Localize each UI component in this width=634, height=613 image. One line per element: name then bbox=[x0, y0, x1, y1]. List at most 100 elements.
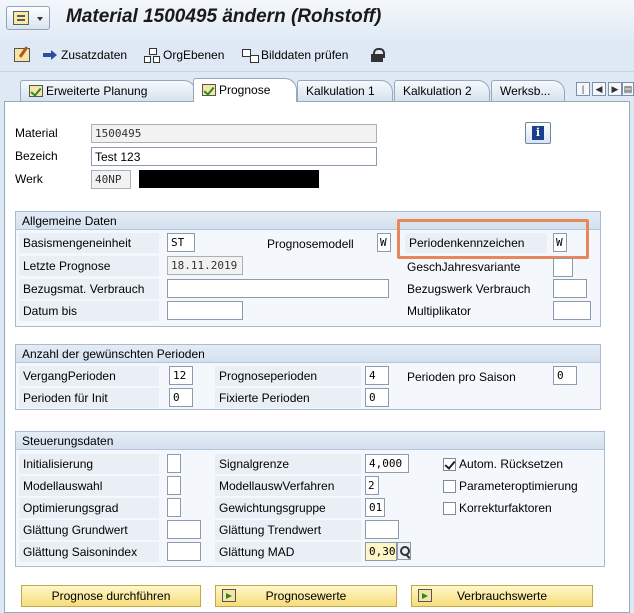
prognosemodell-field[interactable]: W bbox=[377, 233, 391, 252]
prognosemodell-label: Prognosemodell bbox=[267, 237, 354, 251]
multiplikator-field[interactable] bbox=[553, 301, 591, 320]
autom-ruecksetzen-checkbox[interactable] bbox=[443, 458, 456, 471]
initialisierung-label: Initialisierung bbox=[19, 454, 159, 474]
execute-icon bbox=[418, 589, 432, 602]
tab-strip: Erweiterte Planung Prognose Kalkulation … bbox=[0, 78, 634, 102]
tab-label: Erweiterte Planung bbox=[46, 84, 148, 98]
tab-list-button[interactable]: ▤ bbox=[622, 82, 634, 96]
edit-button[interactable] bbox=[14, 46, 33, 64]
info-icon: i bbox=[532, 126, 544, 140]
tab-label: Werksb... bbox=[500, 84, 551, 98]
check-screen-data-icon bbox=[242, 48, 258, 62]
tab-kalkulation-1[interactable]: Kalkulation 1 bbox=[297, 80, 393, 101]
basismenge-field[interactable]: ST bbox=[167, 233, 195, 252]
glaettung-saison-field[interactable] bbox=[167, 542, 201, 561]
glaettung-grundwert-field[interactable] bbox=[167, 520, 201, 539]
prognoseperioden-label: Prognoseperioden bbox=[215, 366, 361, 386]
glaettung-mad-field[interactable]: 0,30 bbox=[365, 542, 397, 561]
vergang-perioden-field[interactable]: 12 bbox=[169, 366, 193, 385]
button-label: Verbrauchswerte bbox=[456, 589, 548, 603]
prognose-panel: Material 1500495 Bezeich Test 123 Werk 4… bbox=[4, 101, 630, 613]
glaettung-trend-label: Glättung Trendwert bbox=[215, 520, 361, 540]
system-menu-button[interactable] bbox=[6, 6, 50, 30]
korrekturfaktoren-checkbox[interactable] bbox=[443, 502, 456, 515]
edit-icon bbox=[14, 48, 30, 62]
werk-field: 40NP bbox=[91, 170, 131, 189]
tab-prognose[interactable]: Prognose bbox=[193, 78, 297, 102]
tab-label: Kalkulation 2 bbox=[403, 84, 472, 98]
zusatzdaten-button[interactable]: Zusatzdaten bbox=[42, 46, 127, 64]
fixierte-perioden-field[interactable]: 0 bbox=[365, 388, 389, 407]
letzte-prognose-field: 18.11.2019 bbox=[167, 256, 243, 275]
tab-first-button[interactable]: | bbox=[576, 82, 590, 96]
geschjahr-label: GeschJahresvariante bbox=[407, 260, 521, 274]
datum-bis-field[interactable] bbox=[167, 301, 243, 320]
tab-erweiterte-planung[interactable]: Erweiterte Planung bbox=[20, 80, 196, 101]
signalgrenze-label: Signalgrenze bbox=[215, 454, 361, 474]
zusatzdaten-label: Zusatzdaten bbox=[61, 48, 128, 62]
bilddaten-label: Bilddaten prüfen bbox=[261, 48, 349, 62]
group-title: Anzahl der gewünschten Perioden bbox=[16, 345, 600, 363]
modellauswahl-label: Modellauswahl bbox=[19, 476, 159, 496]
tab-prev-button[interactable]: ◀ bbox=[592, 82, 606, 96]
korrekturfaktoren-label: Korrekturfaktoren bbox=[459, 501, 552, 515]
lock-button[interactable] bbox=[370, 46, 389, 64]
basismenge-label: Basismengeneinheit bbox=[19, 233, 159, 253]
initialisierung-field[interactable] bbox=[167, 454, 181, 473]
letzte-prognose-label: Letzte Prognose bbox=[19, 256, 159, 276]
redacted-werk-description bbox=[139, 170, 319, 188]
modellausw-verfahren-label: ModellauswVerfahren bbox=[215, 476, 361, 496]
menu-icon bbox=[13, 11, 29, 25]
application-toolbar: Zusatzdaten OrgEbenen Bilddaten prüfen bbox=[0, 38, 634, 72]
perioden-init-field[interactable]: 0 bbox=[169, 388, 193, 407]
window-title: Material 1500495 ändern (Rohstoff) bbox=[66, 6, 382, 27]
fixierte-perioden-label: Fixierte Perioden bbox=[215, 388, 361, 408]
bezeich-label: Bezeich bbox=[15, 149, 58, 163]
prognosewerte-button[interactable]: Prognosewerte bbox=[215, 585, 397, 607]
tab-next-button[interactable]: ▶ bbox=[608, 82, 622, 96]
bilddaten-pruefen-button[interactable]: Bilddaten prüfen bbox=[242, 46, 348, 64]
material-label: Material bbox=[15, 126, 58, 140]
execute-icon bbox=[222, 589, 236, 602]
tab-werksbestand[interactable]: Werksb... bbox=[491, 80, 565, 101]
bezugsmat-field[interactable] bbox=[167, 279, 389, 298]
orgebenen-label: OrgEbenen bbox=[163, 48, 225, 62]
org-structure-icon bbox=[144, 48, 160, 63]
chevron-down-icon bbox=[37, 17, 43, 21]
perioden-init-label: Perioden für Init bbox=[19, 388, 159, 408]
vergang-perioden-label: VergangPerioden bbox=[19, 366, 159, 386]
prognoseperioden-field[interactable]: 4 bbox=[365, 366, 389, 385]
tab-label: Kalkulation 1 bbox=[306, 84, 375, 98]
perioden-pro-saison-field[interactable]: 0 bbox=[553, 366, 577, 385]
geschjahr-field[interactable] bbox=[553, 258, 573, 277]
title-bar: Material 1500495 ändern (Rohstoff) bbox=[0, 0, 634, 38]
button-label: Prognose durchführen bbox=[51, 589, 171, 603]
gewichtungsgruppe-label: Gewichtungsgruppe bbox=[215, 498, 361, 518]
modellausw-verfahren-field[interactable]: 2 bbox=[365, 476, 379, 495]
bezugswerk-field[interactable] bbox=[553, 279, 587, 298]
info-button[interactable]: i bbox=[525, 122, 551, 144]
button-label: Prognosewerte bbox=[265, 589, 347, 603]
verbrauchswerte-button[interactable]: Verbrauchswerte bbox=[411, 585, 593, 607]
glaettung-mad-label: Glättung MAD bbox=[215, 542, 361, 562]
tab-kalkulation-2[interactable]: Kalkulation 2 bbox=[394, 80, 490, 101]
arrow-right-icon bbox=[42, 48, 58, 62]
signalgrenze-field[interactable]: 4,000 bbox=[365, 454, 409, 473]
orgebenen-button[interactable]: OrgEbenen bbox=[144, 46, 224, 64]
checked-tab-icon bbox=[202, 84, 216, 96]
checked-tab-icon bbox=[29, 85, 43, 97]
value-help-search-icon[interactable] bbox=[397, 542, 411, 560]
prognose-durchfuehren-button[interactable]: Prognose durchführen bbox=[21, 585, 201, 607]
glaettung-saison-label: Glättung Saisonindex bbox=[19, 542, 159, 562]
optimierungsgrad-field[interactable] bbox=[167, 498, 181, 517]
glaettung-trend-field[interactable] bbox=[365, 520, 399, 539]
gewichtungsgruppe-field[interactable]: 01 bbox=[365, 498, 385, 517]
werk-label: Werk bbox=[15, 172, 43, 186]
highlight-box bbox=[397, 219, 589, 259]
modellauswahl-field[interactable] bbox=[167, 476, 181, 495]
autom-ruecksetzen-label: Autom. Rücksetzen bbox=[459, 457, 564, 471]
parameteroptimierung-checkbox[interactable] bbox=[443, 480, 456, 493]
parameteroptimierung-label: Parameteroptimierung bbox=[459, 479, 578, 493]
datum-bis-label: Datum bis bbox=[19, 301, 159, 321]
bezeich-field[interactable]: Test 123 bbox=[91, 147, 377, 166]
